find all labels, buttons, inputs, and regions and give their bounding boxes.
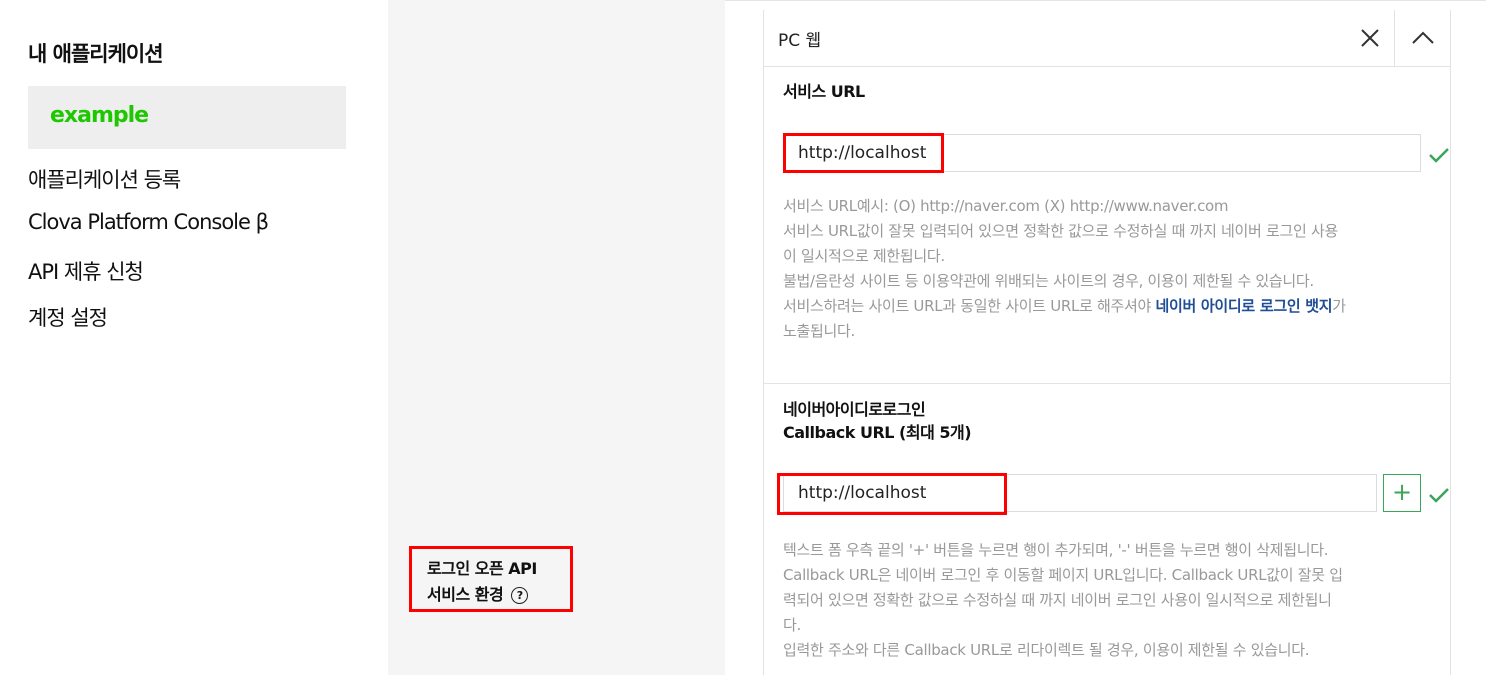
panel-title: PC 웹 (778, 31, 822, 51)
callback-url-label-line2: Callback URL (최대 5개) (783, 423, 972, 442)
close-button[interactable] (1346, 10, 1394, 66)
callback-url-label: 네이버아이디로로그인 Callback URL (최대 5개) (783, 398, 972, 444)
env-label-highlight: 로그인 오픈 API 서비스 환경? (409, 546, 573, 612)
help-line: 입력한 주소와 다른 Callback URL로 리다이렉트 될 경우, 이용이… (783, 641, 1310, 659)
sidebar-app-example[interactable]: example (28, 86, 346, 149)
callback-url-label-line1: 네이버아이디로로그인 (783, 400, 926, 419)
app-name: example (50, 103, 149, 128)
service-url-label: 서비스 URL (783, 82, 865, 101)
check-icon (1429, 148, 1449, 163)
collapse-button[interactable] (1394, 10, 1451, 66)
pc-web-panel: PC 웹 서비스 URL 서비스 URL예시: (O) http://naver… (763, 10, 1451, 675)
help-text-prefix: 서비스하려는 사이트 URL과 동일한 사이트 URL로 해주셔야 (783, 297, 1156, 315)
help-line: 불법/음란성 사이트 등 이용약관에 위배되는 사이트의 경우, 이용이 제한될… (783, 272, 1314, 290)
sidebar-item-clova-console[interactable]: Clova Platform Console β (28, 210, 269, 256)
form-label-column: 로그인 오픈 API 서비스 환경? (388, 0, 725, 675)
help-line: 력되어 있으면 정확한 값으로 수정하실 때 까지 네이버 로그인 사용이 일시… (783, 591, 1332, 609)
sidebar-menu: 애플리케이션 등록 Clova Platform Console β API 제… (28, 164, 269, 348)
help-line: 노출됩니다. (783, 322, 855, 340)
login-badge-link[interactable]: 네이버 아이디로 로그인 뱃지 (1156, 297, 1333, 315)
service-url-help: 서비스 URL예시: (O) http://naver.com (X) http… (783, 194, 1423, 344)
help-line: 텍스트 폼 우측 끝의 '+' 버튼을 누르면 행이 추가되며, '-' 버튼을… (783, 541, 1329, 559)
env-label-title: 로그인 오픈 API (427, 559, 537, 578)
help-line: 서비스하려는 사이트 URL과 동일한 사이트 URL로 해주셔야 네이버 아이… (783, 294, 1423, 319)
sidebar-item-register-app[interactable]: 애플리케이션 등록 (28, 164, 268, 210)
help-line: 서비스 URL값이 잘못 입력되어 있으면 정확한 값으로 수정하실 때 까지 … (783, 222, 1338, 240)
help-line: Callback URL은 네이버 로그인 후 이동할 페이지 URL입니다. … (783, 566, 1343, 584)
close-icon (1361, 29, 1379, 47)
help-line: 서비스 URL예시: (O) http://naver.com (X) http… (783, 197, 1229, 215)
sidebar: 내 애플리케이션 example 애플리케이션 등록 Clova Platfor… (0, 0, 388, 675)
check-icon (1429, 488, 1449, 503)
add-callback-url-button[interactable]: + (1383, 474, 1421, 512)
callback-url-help: 텍스트 폼 우측 끝의 '+' 버튼을 누르면 행이 추가되며, '-' 버튼을… (783, 538, 1423, 663)
section-divider (764, 383, 1450, 384)
sidebar-item-account-settings[interactable]: 계정 설정 (28, 302, 268, 348)
sidebar-title: 내 애플리케이션 (28, 42, 164, 66)
chevron-up-icon (1412, 31, 1434, 44)
sidebar-item-api-partnership[interactable]: API 제휴 신청 (28, 256, 268, 302)
help-line: 이 일시적으로 제한됩니다. (783, 247, 945, 265)
help-text-suffix: 가 (1332, 297, 1346, 315)
env-label-subtitle: 서비스 환경? (427, 581, 529, 605)
env-label-subtitle-text: 서비스 환경 (427, 585, 504, 604)
service-url-input[interactable] (783, 134, 1421, 172)
help-line: 다. (783, 616, 801, 634)
panel-header: PC 웹 (764, 10, 1450, 67)
question-circle-icon[interactable]: ? (511, 587, 529, 604)
callback-url-input[interactable] (783, 474, 1377, 512)
